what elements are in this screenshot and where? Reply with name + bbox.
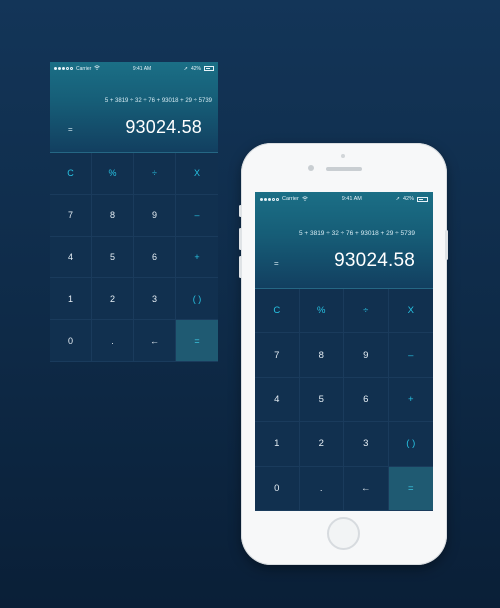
- location-icon: ➚: [395, 196, 400, 202]
- proximity-sensor-icon: [341, 154, 345, 158]
- carrier-label: Carrier: [76, 65, 92, 72]
- carrier-label: Carrier: [282, 196, 299, 202]
- digit-2-key[interactable]: 2: [92, 278, 134, 321]
- wifi-icon: [94, 65, 101, 72]
- minus-key[interactable]: –: [176, 195, 218, 237]
- front-camera-icon: [308, 165, 314, 171]
- plus-key[interactable]: +: [176, 237, 218, 279]
- digit-1-key[interactable]: 1: [255, 422, 300, 467]
- digit-9-key[interactable]: 9: [344, 333, 389, 378]
- earpiece-speaker-icon: [326, 167, 362, 171]
- equals-label: =: [274, 259, 279, 268]
- digit-7-key[interactable]: 7: [255, 333, 300, 378]
- divide-key[interactable]: ÷: [344, 289, 389, 334]
- percent-key[interactable]: %: [299, 289, 344, 334]
- digit-0-key[interactable]: 0: [50, 320, 92, 362]
- decimal-key[interactable]: .: [92, 320, 134, 362]
- calculator-display: Carrier 9:41 AM ➚ 42% 5 + 3819 ÷ 32 ÷ 76…: [50, 62, 218, 152]
- signal-icon: [54, 67, 73, 70]
- digit-5-key[interactable]: 5: [299, 377, 344, 423]
- parentheses-key[interactable]: ( ): [388, 422, 433, 467]
- digit-7-key[interactable]: 7: [50, 194, 92, 237]
- digit-8-key[interactable]: 8: [299, 333, 344, 378]
- percent-key[interactable]: %: [92, 153, 134, 195]
- multiply-key[interactable]: X: [176, 153, 218, 195]
- plus-key[interactable]: +: [388, 378, 433, 423]
- flat-calculator-screen: Carrier 9:41 AM ➚ 42% 5 + 3819 ÷ 32 ÷ 76…: [50, 62, 218, 362]
- battery-percent: 42%: [402, 196, 414, 202]
- equals-label: =: [68, 125, 73, 134]
- clear-key[interactable]: C: [255, 289, 300, 334]
- digit-3-key[interactable]: 3: [134, 278, 176, 321]
- expression-text: 5 + 3819 ÷ 32 ÷ 76 + 93018 + 29 ÷ 5739: [298, 230, 415, 237]
- digit-6-key[interactable]: 6: [134, 236, 176, 279]
- volume-up-button: [239, 228, 242, 250]
- divide-key[interactable]: ÷: [134, 153, 176, 195]
- parentheses-key[interactable]: ( ): [176, 278, 218, 321]
- multiply-key[interactable]: X: [388, 289, 433, 334]
- decimal-key[interactable]: .: [299, 466, 344, 511]
- status-bar: Carrier 9:41 AM ➚ 42%: [50, 62, 218, 75]
- minus-key[interactable]: –: [388, 333, 433, 378]
- digit-3-key[interactable]: 3: [344, 422, 389, 467]
- digit-5-key[interactable]: 5: [92, 236, 134, 279]
- clock: 9:41 AM: [132, 65, 152, 72]
- wifi-icon: [302, 195, 308, 203]
- equals-key[interactable]: =: [388, 466, 433, 511]
- digit-2-key[interactable]: 2: [299, 422, 344, 467]
- clock: 9:41 AM: [341, 196, 362, 202]
- mute-switch: [239, 205, 242, 217]
- digit-4-key[interactable]: 4: [255, 377, 300, 423]
- keypad: C% ÷ X 7 8 9– 4 5 6 +1 2 3( ) 0. ← =: [255, 289, 433, 511]
- phone-calculator-screen: Carrier 9:41 AM ➚ 42% 5 + 3819 ÷ 32 ÷ 76…: [255, 192, 433, 511]
- digit-1-key[interactable]: 1: [50, 278, 92, 321]
- digit-9-key[interactable]: 9: [134, 194, 176, 237]
- home-button[interactable]: [327, 517, 360, 550]
- digit-0-key[interactable]: 0: [255, 466, 300, 511]
- battery-icon: [203, 66, 214, 71]
- digit-8-key[interactable]: 8: [92, 194, 134, 237]
- backspace-key[interactable]: ←: [344, 466, 389, 511]
- equals-key[interactable]: =: [176, 320, 218, 362]
- status-bar: Carrier 9:41 AM ➚ 42%: [255, 192, 433, 206]
- digit-6-key[interactable]: 6: [344, 377, 389, 423]
- expression-text: 5 + 3819 ÷ 32 ÷ 76 + 93018 + 29 ÷ 5739: [104, 98, 212, 104]
- battery-percent: 42%: [190, 65, 201, 72]
- volume-down-button: [239, 256, 242, 278]
- signal-icon: [260, 197, 279, 201]
- battery-icon: [417, 196, 428, 202]
- clear-key[interactable]: C: [50, 153, 92, 195]
- digit-4-key[interactable]: 4: [50, 236, 92, 279]
- power-button: [445, 230, 448, 260]
- location-icon: ➚: [183, 65, 188, 72]
- backspace-key[interactable]: ←: [134, 320, 176, 362]
- result-value: 93024.58: [334, 250, 415, 271]
- result-value: 93024.58: [125, 117, 202, 137]
- keypad: C% ÷ X 7 8 9– 4 5 6 +1 2 3( ) 0. ← =: [50, 153, 218, 362]
- calculator-display: Carrier 9:41 AM ➚ 42% 5 + 3819 ÷ 32 ÷ 76…: [255, 192, 433, 288]
